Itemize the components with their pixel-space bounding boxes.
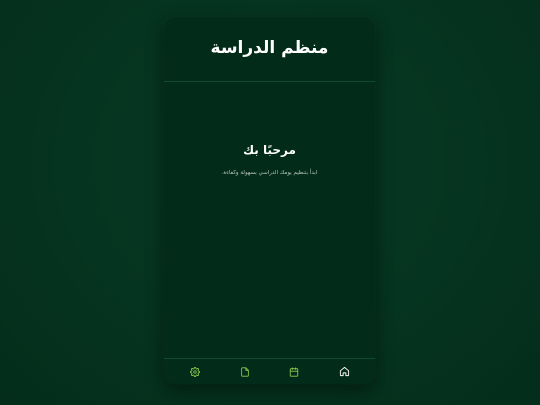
gear-icon <box>189 366 200 377</box>
nav-files-button[interactable] <box>233 362 257 382</box>
nav-home-button[interactable] <box>332 362 356 382</box>
welcome-subtitle: ابدأ بتنظيم يومك الدراسي بسهولة وكفاءة. <box>221 170 318 176</box>
nav-calendar-button[interactable] <box>282 362 306 382</box>
app-window: منظم الدراسة مرحبًا بك ابدأ بتنظيم يومك … <box>164 17 375 384</box>
calendar-icon <box>290 366 299 377</box>
app-title: منظم الدراسة <box>210 38 329 58</box>
app-stage: منظم الدراسة مرحبًا بك ابدأ بتنظيم يومك … <box>0 0 540 405</box>
main-content: مرحبًا بك ابدأ بتنظيم يومك الدراسي بسهول… <box>164 82 375 358</box>
welcome-title: مرحبًا بك <box>243 143 296 157</box>
home-icon <box>339 366 349 377</box>
file-icon <box>240 366 249 377</box>
bottom-nav <box>164 358 375 384</box>
app-header: منظم الدراسة <box>164 17 375 82</box>
nav-settings-button[interactable] <box>183 362 207 382</box>
